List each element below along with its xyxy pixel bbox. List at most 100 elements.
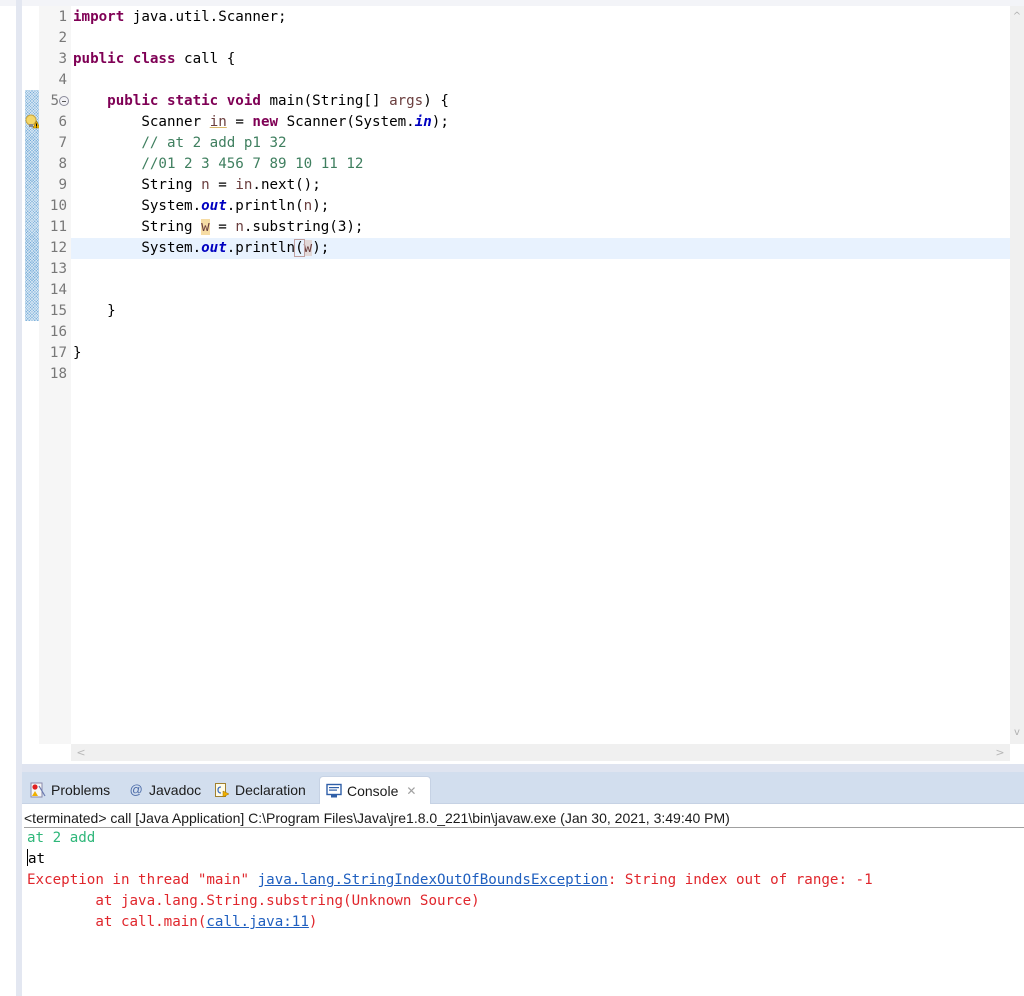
code-text: call { xyxy=(175,51,236,67)
code-line: Scanner in = new Scanner(System.in); xyxy=(73,112,1012,133)
comment: //01 2 3 456 7 89 10 11 12 xyxy=(141,156,364,172)
keyword: public xyxy=(73,51,125,67)
code-text: .substring(3); xyxy=(243,219,364,235)
line-number: 16 xyxy=(49,324,67,340)
keyword: import xyxy=(73,9,125,25)
exception-link[interactable]: java.lang.StringIndexOutOfBoundsExceptio… xyxy=(258,872,608,888)
vertical-scrollbar[interactable]: ^ v xyxy=(1010,6,1024,744)
code-text: main(String[] xyxy=(260,93,390,109)
stack-trace-line: at java.lang.String.substring(Unknown So… xyxy=(27,893,480,909)
java-editor[interactable]: 1 2 3 4 5 6 7 8 9 10 11 12 13 14 15 16 1… xyxy=(22,6,1024,764)
panel-separator[interactable] xyxy=(22,764,1024,772)
code-text: .println( xyxy=(226,198,304,214)
code-text: java.util.Scanner; xyxy=(124,9,287,25)
code-text-area[interactable]: import java.util.Scanner; public class c… xyxy=(71,6,1010,744)
line-number: 14 xyxy=(49,282,67,298)
line-number: 8 xyxy=(58,156,67,172)
stack-prefix: at call.main( xyxy=(27,914,207,930)
code-line: } xyxy=(73,301,1012,322)
code-line: //01 2 3 456 7 89 10 11 12 xyxy=(73,154,1012,175)
line-number-ruler: 1 2 3 4 5 6 7 8 9 10 11 12 13 14 15 16 1… xyxy=(39,6,71,744)
console-input-line: at 2 add xyxy=(27,830,96,846)
error-prefix: Exception in thread "main" xyxy=(27,872,258,888)
static-field: out xyxy=(201,240,227,256)
tab-label: Problems xyxy=(51,782,111,798)
console-output-text: at xyxy=(28,851,46,867)
code-line: } xyxy=(73,343,1012,364)
code-line: // at 2 add p1 32 xyxy=(73,133,1012,154)
local-variable: n xyxy=(303,198,313,214)
local-variable-warning: in xyxy=(209,114,227,130)
error-message: : String index out of range: -1 xyxy=(607,872,873,888)
tab-console[interactable]: Console ✕ xyxy=(319,776,431,804)
code-text: ); xyxy=(431,114,449,130)
source-location-link[interactable]: call.java:11 xyxy=(206,914,309,930)
problems-icon xyxy=(30,782,46,798)
code-text: = xyxy=(226,114,253,130)
line-number: 18 xyxy=(49,366,67,382)
horizontal-scrollbar[interactable]: < > xyxy=(71,744,1010,761)
code-text: } xyxy=(107,303,116,319)
tab-problems[interactable]: Problems xyxy=(24,776,116,804)
console-process-label: <terminated> call [Java Application] C:\… xyxy=(24,808,1024,828)
line-number: 15 xyxy=(49,303,67,319)
tab-label: Declaration xyxy=(235,782,306,798)
scroll-left-icon[interactable]: < xyxy=(73,744,89,761)
code-text: Scanner xyxy=(141,114,210,130)
collapse-fold-icon[interactable] xyxy=(59,96,69,106)
current-code-line: System.out.println(w); xyxy=(71,238,1010,259)
code-text: ) { xyxy=(423,93,449,109)
code-line: String w = n.substring(3); xyxy=(73,217,1012,238)
console-view[interactable]: <terminated> call [Java Application] C:\… xyxy=(22,804,1024,996)
view-tab-bar: Problems @ Javadoc Declaration Console ✕ xyxy=(22,772,1024,804)
static-field: out xyxy=(201,198,227,214)
local-variable-occurrence: w xyxy=(201,219,210,235)
code-text: .println xyxy=(226,240,296,256)
console-output-line: at xyxy=(27,849,45,870)
code-text: } xyxy=(73,345,82,361)
code-line: public static void main(String[] args) { xyxy=(73,91,1012,112)
code-text: System. xyxy=(141,240,202,256)
declaration-icon xyxy=(215,783,230,798)
matching-bracket: ( xyxy=(294,239,305,257)
tab-declaration[interactable]: Declaration xyxy=(208,776,312,804)
keyword: public xyxy=(107,93,159,109)
scroll-down-icon[interactable]: v xyxy=(1010,726,1024,740)
line-number: 7 xyxy=(58,135,67,151)
line-number: 12 xyxy=(49,240,67,256)
keyword: new xyxy=(252,114,279,130)
line-number: 4 xyxy=(58,72,67,88)
line-number: 10 xyxy=(49,198,67,214)
scroll-up-icon[interactable]: ^ xyxy=(1010,10,1024,24)
code-line: import java.util.Scanner; xyxy=(73,7,1012,28)
code-text: String xyxy=(141,219,202,235)
line-number: 6 xyxy=(58,114,67,130)
tab-label: Console xyxy=(347,782,399,799)
code-line: System.out.println(n); xyxy=(73,196,1012,217)
line-number: 5 xyxy=(50,93,59,109)
code-text: = xyxy=(209,219,236,235)
close-tab-icon[interactable]: ✕ xyxy=(406,784,416,798)
comment: // at 2 add p1 32 xyxy=(141,135,287,151)
code-text: ); xyxy=(312,240,330,256)
code-text: Scanner(System. xyxy=(278,114,415,130)
keyword: void xyxy=(226,93,261,109)
stack-suffix: ) xyxy=(308,914,318,930)
tab-label: Javadoc xyxy=(149,782,202,798)
line-number: 2 xyxy=(58,30,67,46)
parameter: args xyxy=(389,93,424,109)
keyword: class xyxy=(132,51,176,67)
scroll-right-icon[interactable]: > xyxy=(992,744,1008,761)
javadoc-icon: @ xyxy=(129,782,143,797)
code-text: ); xyxy=(312,198,330,214)
line-number: 9 xyxy=(58,177,67,193)
tab-javadoc[interactable]: @ Javadoc xyxy=(122,776,207,804)
console-error-line: Exception in thread "main" java.lang.Str… xyxy=(27,870,873,891)
line-number: 1 xyxy=(58,9,67,25)
